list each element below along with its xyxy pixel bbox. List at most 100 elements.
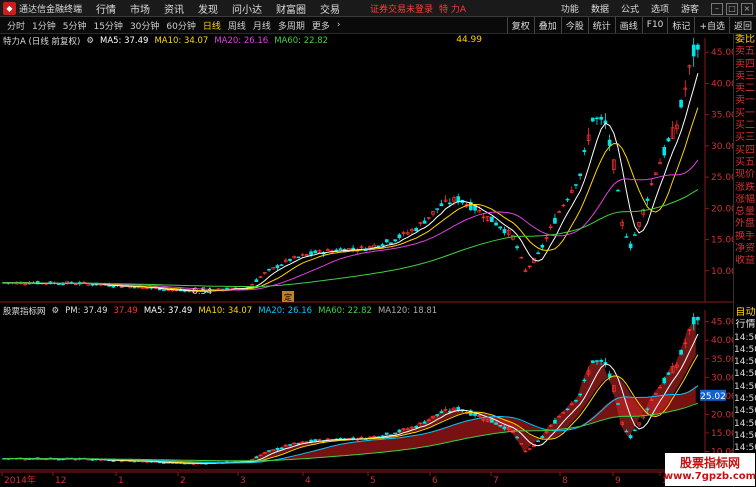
sub-candle-149: [628, 435, 633, 439]
main-candle-66: [279, 264, 284, 266]
date-label-0: 2014年: [4, 474, 36, 486]
main-tick-label-5: 20.00: [711, 204, 733, 214]
side-time-8: 14:50: [734, 430, 756, 441]
side-time-4: 14:50: [734, 381, 756, 392]
main-candle-98: [414, 227, 418, 232]
side-label-6: 买一: [735, 107, 755, 119]
low-price-label: 6.54: [192, 287, 212, 297]
main-candle-91: [384, 239, 389, 243]
side-label-13: 涨幅: [735, 193, 755, 205]
sub-candle-119: [502, 426, 507, 430]
sub-candle-80: [338, 438, 343, 440]
side-label-11: 现价: [735, 169, 755, 181]
main-candle-148: [624, 236, 629, 238]
side-label-4: 卖二: [735, 83, 755, 95]
main-candle-158: [666, 138, 671, 142]
side-time-5: 14:50: [734, 394, 756, 405]
main-candle-92: [389, 242, 393, 244]
main-candle-31: [132, 286, 137, 289]
main-candle-122: [515, 246, 519, 249]
indicator-gear-icon[interactable]: ⚙: [52, 306, 60, 316]
value1-label: 37.49: [113, 306, 138, 316]
main-candle-140: [590, 117, 595, 122]
main-ma10-line: [4, 107, 699, 292]
indicator-ribbon-fast: [2, 319, 696, 464]
sub-ma10-label: MA10: 34.07: [198, 306, 253, 316]
main-tick-label-0: 45.00: [711, 48, 733, 58]
main-candle-149: [628, 243, 633, 249]
sub-candle-60: [254, 456, 259, 459]
sub-candle-93: [393, 432, 397, 435]
sub-candle-161: [679, 349, 683, 355]
sub-candle-73: [309, 439, 313, 443]
main-candle-13: [56, 283, 61, 286]
main-candle-157: [662, 146, 667, 156]
sub-candle-146: [616, 403, 620, 405]
side-label-2: 卖四: [735, 58, 755, 70]
side-label-15: 外盘: [735, 218, 755, 230]
main-candle-38: [162, 289, 166, 291]
side-label-0: 委比: [735, 34, 755, 45]
sub-candle-103: [435, 414, 440, 416]
sub-candle-118: [498, 424, 503, 427]
watermark-title: 股票指标网: [679, 455, 740, 470]
main-candle-142: [599, 116, 604, 120]
sub-candle-65: [275, 447, 280, 451]
sub-candle-136: [574, 399, 578, 402]
main-candle-63: [267, 268, 271, 271]
sub-candle-106: [447, 410, 452, 413]
sub-tick-label-0: 45.00: [711, 318, 733, 328]
sub-candle-116: [490, 419, 494, 423]
side-label-12: 涨跌: [735, 181, 755, 193]
kline-charts[interactable]: 45.00 40.00 35.00 30.00 25.00 20.00 15.00 10.00…: [0, 0, 733, 487]
sub-candle-94: [397, 429, 402, 433]
main-candle-80: [338, 248, 343, 250]
indicator-title[interactable]: 股票指标网: [3, 305, 46, 317]
date-label-10: 9: [615, 476, 621, 486]
main-ma60-line: [4, 189, 699, 287]
site-watermark: 股票指标网 www.7gpzb.com: [664, 453, 756, 486]
ding-label: 定: [284, 292, 292, 302]
main-candle-161: [679, 100, 683, 108]
sub-candle-148: [624, 430, 629, 433]
main-candle-60: [254, 279, 259, 282]
back-button[interactable]: 返回: [728, 17, 756, 33]
side-sub-label-0[interactable]: 自动: [734, 307, 756, 319]
main-candle-150: [633, 234, 637, 236]
sub-candle-144: [607, 373, 612, 378]
side-label-14: 总量: [735, 206, 755, 218]
sub-candle-70: [296, 442, 301, 445]
main-candle-146: [616, 189, 620, 192]
main-candle-136: [574, 184, 578, 186]
main-candle-153: [645, 198, 650, 201]
sub-candle-128: [540, 436, 545, 438]
date-label-8: 7: [493, 476, 499, 486]
main-tick-label-2: 35.00: [711, 111, 733, 121]
main-candle-128: [540, 245, 545, 248]
date-label-3: 2: [180, 476, 186, 486]
sub-candle-91: [384, 432, 389, 435]
side-label-5: 卖一: [735, 95, 755, 107]
main-moving-averages: [4, 73, 699, 292]
side-label-8: 买三: [735, 132, 755, 144]
main-tick-label-4: 25.00: [711, 173, 733, 183]
sub-tick-label-5: 20.00: [711, 410, 733, 420]
sub-candle-157: [662, 377, 667, 384]
main-candle-83: [351, 247, 355, 250]
close-icon[interactable]: ×: [741, 2, 753, 15]
main-candle-138: [582, 150, 587, 152]
sub-tick-label-1: 40.00: [711, 336, 733, 346]
date-label-4: 3: [240, 476, 246, 486]
sub-candle-38: [162, 462, 166, 464]
sub-candle-74: [313, 439, 318, 442]
side-sub-label-1[interactable]: 行情: [734, 319, 756, 331]
main-ma5-line: [4, 73, 699, 292]
main-candle-74: [313, 250, 318, 254]
sub-tick-label-2: 35.00: [711, 355, 733, 365]
sub-candle-164: [691, 317, 696, 325]
sub-candle-117: [494, 422, 498, 425]
side-label-10: 买五: [735, 156, 755, 168]
sub-candle-98: [414, 425, 418, 429]
date-label-1: 12: [55, 476, 66, 486]
main-candle-26: [111, 286, 116, 288]
